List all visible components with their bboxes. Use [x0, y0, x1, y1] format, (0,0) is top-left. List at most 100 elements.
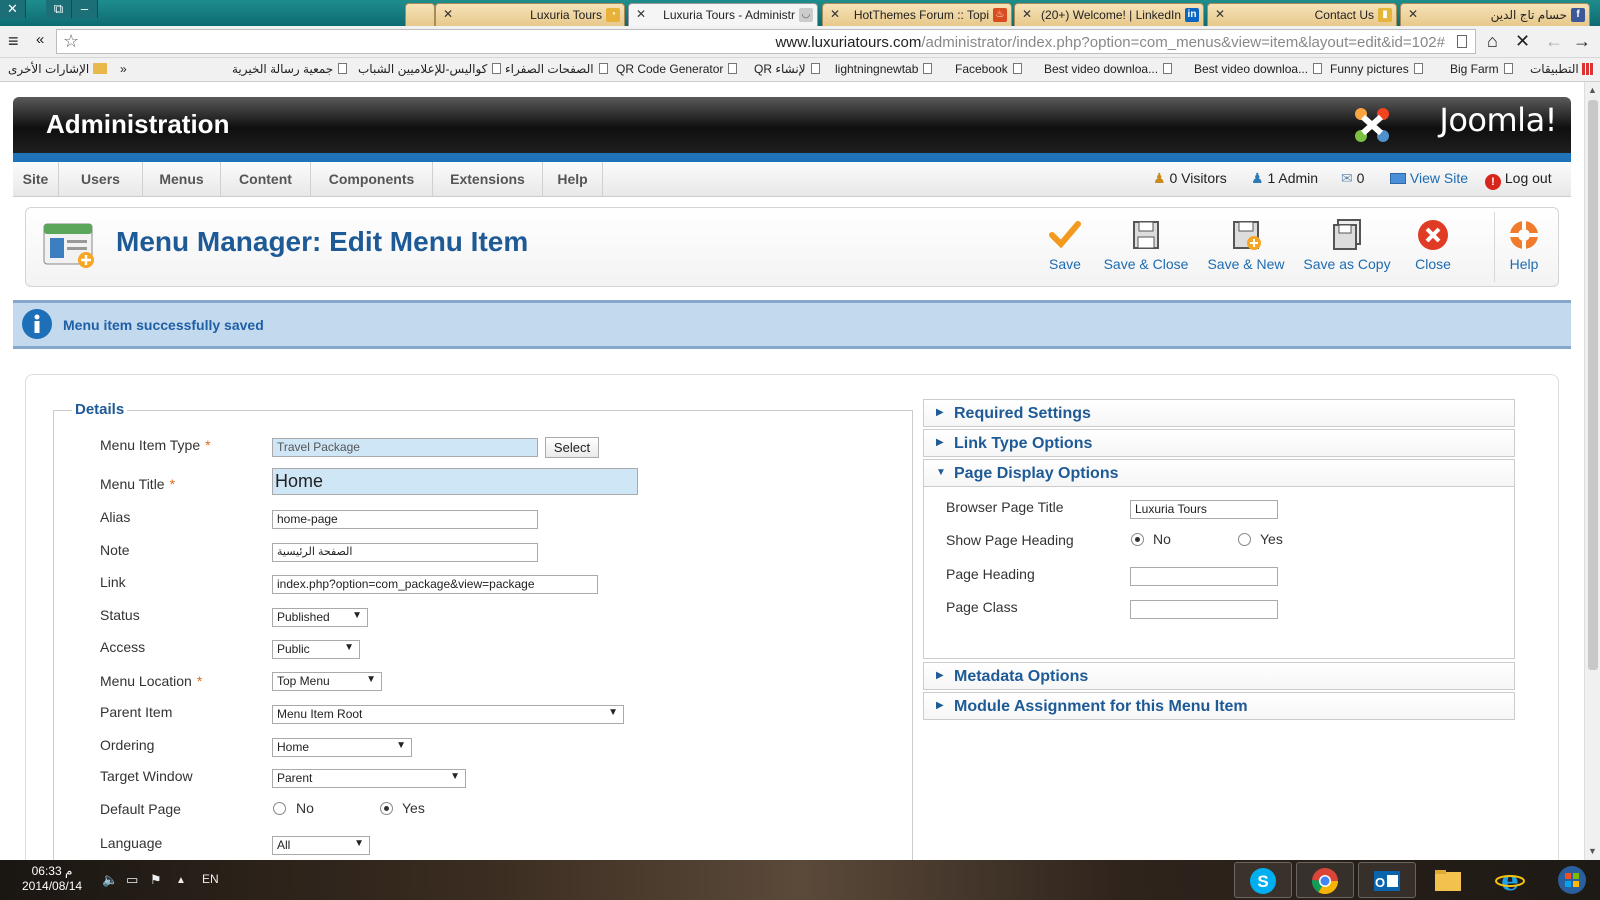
- browser-tab-luxuria[interactable]: ✕ Luxuria Tours ◔: [435, 3, 625, 26]
- bookmark-item[interactable]: Best video downloa...: [1044, 62, 1173, 76]
- window-close-icon[interactable]: ✕: [0, 0, 26, 18]
- tab-close-icon[interactable]: ✕: [1408, 7, 1418, 21]
- save-copy-button[interactable]: Save as Copy: [1302, 218, 1392, 278]
- forward-icon[interactable]: →: [1573, 31, 1591, 52]
- menu-site[interactable]: Site: [13, 162, 59, 197]
- browser-tab-facebook[interactable]: ✕ حسام تاج الدين f: [1400, 3, 1590, 26]
- target-window-select[interactable]: Parent ▼: [272, 769, 466, 788]
- save-close-button[interactable]: Save & Close: [1102, 218, 1190, 278]
- alias-field[interactable]: home-page: [272, 510, 538, 529]
- star-icon[interactable]: ☆: [63, 31, 79, 52]
- menu-content[interactable]: Content: [221, 162, 311, 197]
- tab-close-icon[interactable]: ✕: [443, 7, 453, 21]
- taskbar-ie[interactable]: e: [1482, 862, 1540, 898]
- scroll-thumb[interactable]: [1588, 100, 1598, 670]
- home-icon[interactable]: ⌂: [1487, 31, 1498, 52]
- volume-icon[interactable]: 🔈: [102, 872, 118, 888]
- browser-tab-hotthemes[interactable]: ✕ HotThemes Forum :: Topi ♨: [822, 3, 1012, 26]
- show-heading-no-radio[interactable]: [1131, 533, 1144, 546]
- page-class-label: Page Class: [946, 599, 1018, 615]
- menu-icon[interactable]: ≡: [8, 31, 19, 52]
- panel-required-settings[interactable]: ▶ Required Settings: [923, 399, 1515, 427]
- url-field[interactable]: ☆ www.luxuriatours.com/administrator/ind…: [56, 29, 1476, 54]
- url-path: /administrator/index.php?option=com_menu…: [921, 34, 1445, 51]
- menu-menus[interactable]: Menus: [143, 162, 221, 197]
- tab-close-icon[interactable]: ✕: [830, 7, 840, 21]
- logout-link[interactable]: ! Log out: [1485, 170, 1552, 190]
- access-select[interactable]: Public ▼: [272, 640, 360, 659]
- bookmark-item[interactable]: QR لإنشاء: [754, 62, 820, 76]
- view-site-link[interactable]: View Site: [1390, 170, 1468, 186]
- language-indicator[interactable]: EN: [202, 872, 219, 886]
- taskbar-windows[interactable]: [1544, 862, 1600, 898]
- sidebar-toggle-icon[interactable]: «: [36, 31, 44, 48]
- menu-title-field[interactable]: Home: [272, 468, 638, 495]
- browser-tab-admin[interactable]: ✕ Luxuria Tours - Administr ◡: [628, 3, 818, 26]
- panel-link-type-options[interactable]: ▶ Link Type Options: [923, 429, 1515, 457]
- help-button[interactable]: Help: [1500, 218, 1548, 278]
- page-class-field[interactable]: [1130, 600, 1278, 619]
- taskbar-chrome[interactable]: [1296, 862, 1354, 898]
- bookmark-item[interactable]: الصفحات الصفراء: [505, 62, 608, 76]
- panel-metadata-options[interactable]: ▶ Metadata Options: [923, 662, 1515, 690]
- select-type-button[interactable]: Select: [545, 437, 599, 458]
- menu-location-select[interactable]: Top Menu ▼: [272, 672, 382, 691]
- tab-close-icon[interactable]: ✕: [1215, 7, 1225, 21]
- bookmark-other[interactable]: الإشارات الأخرى: [8, 62, 107, 76]
- bookmark-item[interactable]: Best video downloa...: [1194, 62, 1323, 76]
- show-heading-yes-radio[interactable]: [1238, 533, 1251, 546]
- menu-users[interactable]: Users: [59, 162, 143, 197]
- default-page-yes-radio[interactable]: [380, 802, 393, 815]
- bookmark-item[interactable]: Funny pictures: [1330, 62, 1423, 76]
- page-heading-field[interactable]: [1130, 567, 1278, 586]
- bookmark-item[interactable]: lightningnewtab: [835, 62, 933, 76]
- ordering-select[interactable]: Home ▼: [272, 738, 412, 757]
- taskbar-outlook[interactable]: O: [1358, 862, 1416, 898]
- window-restore-icon[interactable]: ⧉: [46, 0, 72, 18]
- browser-tab-blank[interactable]: [405, 3, 435, 26]
- bookmarks-more[interactable]: »: [120, 62, 127, 76]
- bookmark-label: QR لإنشاء: [754, 62, 806, 76]
- note-label: Note: [100, 542, 130, 558]
- flag-icon[interactable]: ⚑: [150, 872, 162, 888]
- tab-close-icon[interactable]: ✕: [1022, 7, 1032, 21]
- scroll-up-icon[interactable]: ▲: [1588, 85, 1597, 95]
- bookmark-item[interactable]: Facebook: [955, 62, 1022, 76]
- taskbar-explorer[interactable]: [1420, 862, 1478, 898]
- status-select[interactable]: Published ▼: [272, 608, 368, 627]
- skype-icon: S: [1250, 868, 1276, 894]
- panel-module-assignment[interactable]: ▶ Module Assignment for this Menu Item: [923, 692, 1515, 720]
- menu-help[interactable]: Help: [543, 162, 603, 197]
- taskbar-clock[interactable]: 06:33 م 2014/08/14: [22, 864, 82, 894]
- bookmark-item[interactable]: Big Farm: [1450, 62, 1513, 76]
- taskbar-skype[interactable]: S: [1234, 862, 1292, 898]
- page-icon: [923, 63, 933, 74]
- browser-page-title-field[interactable]: Luxuria Tours: [1130, 500, 1278, 519]
- language-select[interactable]: All ▼: [272, 836, 370, 855]
- browser-tab-contact[interactable]: ✕ Contact Us ▮: [1207, 3, 1397, 26]
- default-page-no-radio[interactable]: [273, 802, 286, 815]
- scroll-down-icon[interactable]: ▼: [1588, 846, 1597, 856]
- save-button[interactable]: Save: [1040, 218, 1090, 278]
- stop-icon[interactable]: ✕: [1515, 31, 1530, 52]
- url-text: www.luxuriatours.com/administrator/index…: [775, 34, 1445, 51]
- bookmark-apps[interactable]: التطبيقات: [1530, 62, 1595, 76]
- menu-components[interactable]: Components: [311, 162, 433, 197]
- bookmark-item[interactable]: QR Code Generator: [616, 62, 738, 76]
- network-icon[interactable]: ▭: [126, 872, 138, 888]
- window-minimize-icon[interactable]: –: [72, 0, 98, 18]
- page-scrollbar[interactable]: ▲ ▼: [1584, 82, 1600, 860]
- bookmark-item[interactable]: جمعية رسالة الخيرية: [232, 62, 348, 76]
- back-icon[interactable]: ←: [1545, 31, 1563, 52]
- parent-item-select[interactable]: Menu Item Root ▼: [272, 705, 624, 724]
- tab-close-icon[interactable]: ✕: [636, 7, 646, 21]
- menu-extensions[interactable]: Extensions: [433, 162, 543, 197]
- tray-expand-icon[interactable]: ▲: [176, 875, 186, 886]
- menu-location-label: Menu Location *: [100, 673, 202, 689]
- note-field[interactable]: الصفحة الرئيسية: [272, 543, 538, 562]
- save-new-button[interactable]: Save & New: [1206, 218, 1286, 278]
- panel-page-display-options[interactable]: ▼ Page Display Options: [923, 459, 1515, 487]
- bookmark-item[interactable]: كواليس-للإعلاميين الشباب: [358, 62, 502, 76]
- close-button[interactable]: Close: [1408, 218, 1458, 278]
- browser-tab-linkedin[interactable]: ✕ (20+) Welcome! | LinkedIn in: [1014, 3, 1204, 26]
